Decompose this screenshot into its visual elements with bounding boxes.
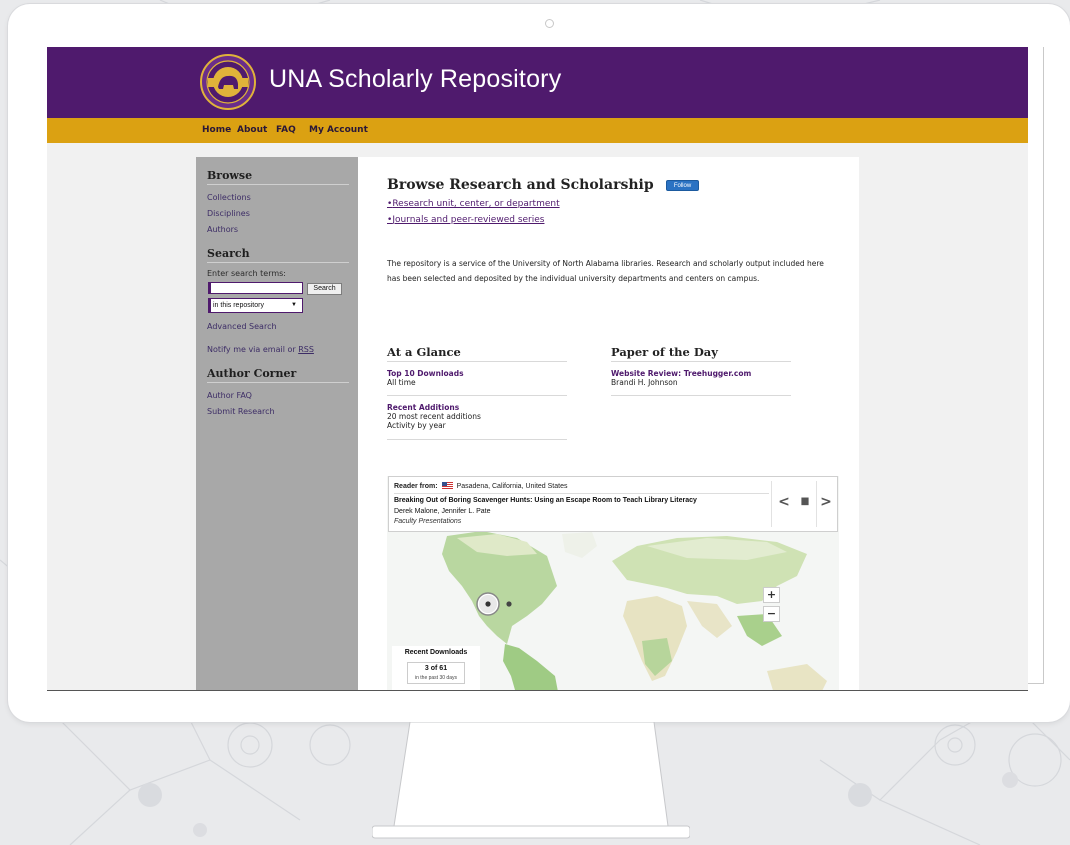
divider xyxy=(611,361,791,362)
reader-paper-authors: Derek Malone, Jennifer L. Pate xyxy=(394,508,491,515)
notify-label[interactable]: Notify me via email or xyxy=(207,345,296,354)
nav-about-link[interactable]: About xyxy=(237,125,267,135)
intro-paragraph: The repository is a service of the Unive… xyxy=(387,259,824,283)
search-heading: Search xyxy=(207,247,250,260)
search-input[interactable] xyxy=(208,282,303,294)
main-nav: Home About FAQ My Account xyxy=(47,118,1028,143)
recent-downloads-counter: 3 of 61 in the past 30 days xyxy=(407,662,465,684)
search-button[interactable]: Search xyxy=(307,283,342,295)
site-header: UNA Scholarly Repository xyxy=(47,47,1028,118)
recent-downloads-period: in the past 30 days xyxy=(415,675,457,681)
top-10-subtitle: All time xyxy=(387,378,416,387)
recent-additions-link[interactable]: Recent Additions xyxy=(387,403,459,412)
recent-additions-subtitle: 20 most recent additions xyxy=(387,412,481,421)
us-flag-icon xyxy=(441,482,453,489)
nav-home-link[interactable]: Home xyxy=(202,125,231,135)
nav-faq-link[interactable]: FAQ xyxy=(276,125,296,135)
sidebar-link-authors[interactable]: Authors xyxy=(207,225,238,234)
reader-info-panel: Reader from: Pasadena, California, United… xyxy=(388,476,838,532)
camera-icon xyxy=(545,19,554,28)
university-seal-logo[interactable] xyxy=(200,54,256,110)
readership-map[interactable]: Reader from: Pasadena, California, United… xyxy=(387,476,839,690)
page-title: Browse Research and Scholarship xyxy=(387,177,654,193)
dropdown-arrow-icon: ▼ xyxy=(291,302,297,308)
next-reader-icon[interactable]: > xyxy=(818,491,834,513)
browse-link-text[interactable]: Journals and peer-reviewed series xyxy=(392,215,544,225)
left-sidebar: Browse Collections Disciplines Authors S… xyxy=(196,157,358,690)
notify-text: Notify me via email or RSS xyxy=(207,345,314,354)
sidebar-link-author-faq[interactable]: Author FAQ xyxy=(207,391,252,400)
activity-by-year-text: Activity by year xyxy=(387,421,446,430)
divider xyxy=(611,395,791,396)
paper-of-the-day-heading: Paper of the Day xyxy=(611,345,718,359)
previous-reader-icon[interactable]: < xyxy=(776,491,792,513)
reader-location: Pasadena, California, United States xyxy=(456,483,568,490)
divider xyxy=(771,481,772,527)
divider xyxy=(387,395,567,396)
advanced-search-link[interactable]: Advanced Search xyxy=(207,322,277,331)
zoom-out-button[interactable]: − xyxy=(763,606,780,622)
paper-of-the-day-author: Brandi H. Johnson xyxy=(611,378,678,387)
browse-heading: Browse xyxy=(207,169,253,182)
at-a-glance-heading: At a Glance xyxy=(387,345,461,359)
sidebar-link-submit-research[interactable]: Submit Research xyxy=(207,407,275,416)
paper-of-the-day-link[interactable]: Website Review: Treehugger.com xyxy=(611,369,751,378)
sidebar-link-collections[interactable]: Collections xyxy=(207,193,251,202)
top-10-downloads-link[interactable]: Top 10 Downloads xyxy=(387,369,464,378)
browse-link-text[interactable]: Research unit, center, or department xyxy=(392,199,559,209)
divider xyxy=(394,493,769,494)
zoom-in-button[interactable]: + xyxy=(763,587,780,603)
search-label: Enter search terms: xyxy=(207,269,286,278)
search-scope-select[interactable]: in this repository ▼ xyxy=(208,298,303,313)
browse-link-research-unit[interactable]: •Research unit, center, or department xyxy=(387,199,560,209)
divider xyxy=(207,262,349,263)
divider xyxy=(387,361,567,362)
browser-screen: UNA Scholarly Repository Home About FAQ … xyxy=(47,47,1028,691)
reader-from: Reader from: Pasadena, California, United… xyxy=(394,482,567,490)
screen-edge xyxy=(1043,47,1044,683)
recent-downloads-panel: Recent Downloads 3 of 61 in the past 30 … xyxy=(392,646,480,690)
main-content: Browse Research and Scholarship Follow •… xyxy=(358,157,859,690)
reader-paper-title-link[interactable]: Breaking Out of Boring Scavenger Hunts: … xyxy=(394,497,697,504)
divider xyxy=(207,382,349,383)
reader-paper-collection[interactable]: Faculty Presentations xyxy=(394,518,461,525)
search-scope-value: in this repository xyxy=(213,302,264,309)
nav-my-account-link[interactable]: My Account xyxy=(309,125,368,135)
divider xyxy=(816,481,817,527)
divider xyxy=(387,439,567,440)
site-title[interactable]: UNA Scholarly Repository xyxy=(269,65,561,94)
reader-label: Reader from: xyxy=(394,483,438,490)
sidebar-link-disciplines[interactable]: Disciplines xyxy=(207,209,250,218)
screen-edge xyxy=(1028,683,1044,684)
author-corner-heading: Author Corner xyxy=(207,367,297,380)
browse-link-journals[interactable]: •Journals and peer-reviewed series xyxy=(387,215,544,225)
pause-icon[interactable]: ▮▮ xyxy=(796,491,812,513)
recent-downloads-title: Recent Downloads xyxy=(404,649,468,656)
rss-link[interactable]: RSS xyxy=(298,345,314,354)
monitor-stand xyxy=(372,722,690,839)
recent-downloads-count: 3 of 61 xyxy=(424,665,448,672)
divider xyxy=(207,184,349,185)
follow-button[interactable]: Follow xyxy=(666,180,699,191)
